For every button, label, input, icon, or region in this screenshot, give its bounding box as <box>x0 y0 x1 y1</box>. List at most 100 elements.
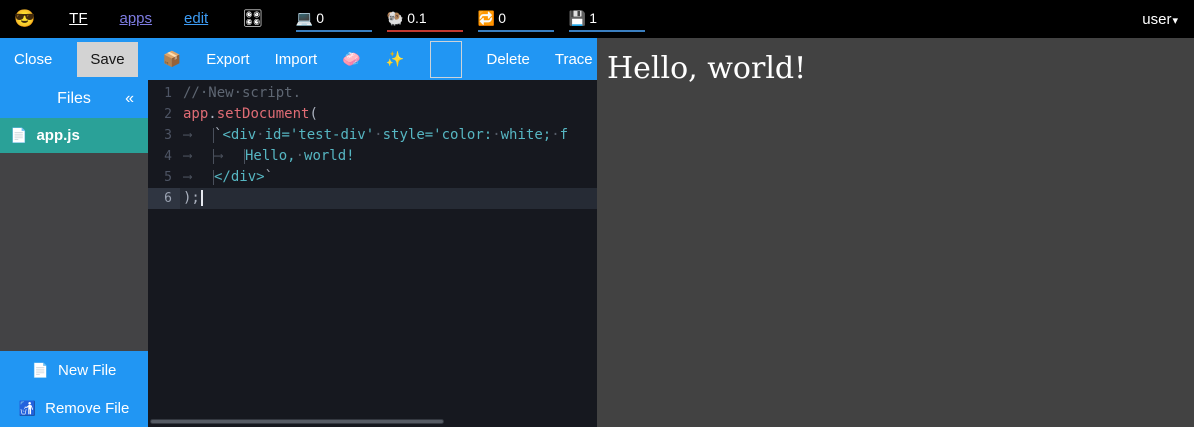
code-token: white; <box>501 127 552 143</box>
line-number: 4 <box>148 146 180 167</box>
code-token: ); <box>183 190 200 206</box>
line-number: 1 <box>148 83 180 104</box>
remove-file-button[interactable]: 🚮 Remove File <box>0 389 148 427</box>
line-number: 6 <box>148 188 180 209</box>
code-token: world! <box>304 148 355 164</box>
line-content: app.setDocument( <box>180 104 597 125</box>
storage-stat-value: 1 <box>589 10 597 26</box>
remove-file-button-icon: 🚮 <box>19 400 36 417</box>
code-token: style='color: <box>383 127 493 143</box>
code-lines: 1//·New·script.2app.setDocument(3⟶`<div·… <box>148 83 597 209</box>
code-token: id='test-div' <box>265 127 375 143</box>
line-content: //·New·script. <box>180 83 597 104</box>
storage-stat-icon: 💾 <box>569 10 586 27</box>
code-line-4[interactable]: 4⟶⟶Hello,·world! <box>148 146 597 167</box>
storage-stat[interactable]: 💾1 <box>569 6 645 32</box>
code-token: . <box>208 106 216 122</box>
package-icon-button[interactable]: 📦 <box>163 50 182 68</box>
code-token: · <box>551 127 559 143</box>
line-number: 5 <box>148 167 180 188</box>
files-header: Files « <box>0 80 148 118</box>
tab-marker: ⟶ <box>183 170 214 185</box>
caret-down-icon: ▾ <box>1172 15 1178 27</box>
code-token: ` <box>265 169 273 185</box>
tab-marker: ⟶ <box>183 149 214 164</box>
file-name: app.js <box>36 127 79 144</box>
line-content: ⟶`<div·id='test-div'·style='color:·white… <box>180 125 597 146</box>
code-token: · <box>296 148 304 164</box>
new-file-button-label: New File <box>58 362 116 379</box>
remove-file-button-label: Remove File <box>45 400 129 417</box>
user-menu-button[interactable]: user▾ <box>1142 11 1178 28</box>
user-label: user <box>1142 11 1171 28</box>
ide-pane: Close Save 📦 Export Import 🧼 ✨ Delete Trace File… <box>0 38 597 427</box>
code-token: · <box>492 127 500 143</box>
horizontal-scrollbar-thumb[interactable] <box>150 419 444 424</box>
line-content: ⟶⟶Hello,·world! <box>180 146 597 167</box>
code-line-6[interactable]: 6); <box>148 188 597 209</box>
code-token: · <box>374 127 382 143</box>
link-edit[interactable]: edit <box>184 10 208 27</box>
tab-marker: ⟶ <box>183 128 214 143</box>
file-list-empty-area <box>0 153 148 351</box>
empty-outline-button[interactable] <box>430 41 462 78</box>
line-number: 2 <box>148 104 180 125</box>
link-apps[interactable]: apps <box>120 10 153 27</box>
ram-stat[interactable]: 🐏0.1 <box>387 6 463 32</box>
code-token: ( <box>309 106 317 122</box>
line-number: 3 <box>148 125 180 146</box>
requests-stat-value: 0 <box>498 10 506 26</box>
sparkles-icon-button[interactable]: ✨ <box>386 50 405 68</box>
code-line-3[interactable]: 3⟶`<div·id='test-div'·style='color:·whit… <box>148 125 597 146</box>
code-line-1[interactable]: 1//·New·script. <box>148 83 597 104</box>
trace-button[interactable]: Trace <box>555 51 593 68</box>
code-token: </div> <box>214 169 265 185</box>
control-knobs-icon[interactable]: 🎛 <box>242 9 264 29</box>
cpu-stat[interactable]: 💻0 <box>296 6 372 32</box>
requests-stat-icon: 🔁 <box>478 10 495 27</box>
export-button[interactable]: Export <box>206 51 249 68</box>
hello-world-text: Hello, world! <box>607 51 1194 86</box>
app-window: 😎 TFappsedit 🎛 💻0🐏0.1🔁0💾1 user▾ CloseSav… <box>0 0 1194 427</box>
file-icon: 📄 <box>10 127 27 144</box>
sidebar-actions: 📄 New File 🚮 Remove File <box>0 351 148 427</box>
main-area: Close Save 📦 Export Import 🧼 ✨ Delete Trace File… <box>0 38 1194 427</box>
app-preview-panel: Hello, world! <box>597 38 1194 427</box>
save-button[interactable]: Save <box>77 42 137 77</box>
code-line-2[interactable]: 2app.setDocument( <box>148 104 597 125</box>
status-fields: 💻0🐏0.1🔁0💾1 <box>281 6 645 32</box>
code-line-5[interactable]: 5⟶</div>` <box>148 167 597 188</box>
requests-stat[interactable]: 🔁0 <box>478 6 554 32</box>
code-token: f <box>560 127 568 143</box>
editor-toolbar: Close Save 📦 Export Import 🧼 ✨ Delete Trace <box>0 38 597 80</box>
code-token: app <box>183 106 208 122</box>
code-editor[interactable]: 1//·New·script.2app.setDocument(3⟶`<div·… <box>148 80 597 427</box>
ram-stat-icon: 🐏 <box>387 10 404 27</box>
close-button[interactable]: Close <box>14 51 52 68</box>
files-sidebar: Files « 📄 app.js 📄 New File 🚮 Remove File <box>0 80 148 427</box>
workspace: Files « 📄 app.js 📄 New File 🚮 Remove File 1/… <box>0 80 597 427</box>
ram-stat-value: 0.1 <box>407 10 426 26</box>
line-content: ); <box>180 188 597 209</box>
cpu-stat-value: 0 <box>316 10 324 26</box>
files-title: Files <box>57 90 91 108</box>
code-token: //·New·script. <box>183 85 301 101</box>
sunglasses-emoji-logo[interactable]: 😎 <box>14 9 35 29</box>
collapse-sidebar-button[interactable]: « <box>125 90 134 108</box>
code-token: Hello, <box>245 148 296 164</box>
soap-icon-button[interactable]: 🧼 <box>342 50 361 68</box>
cpu-stat-icon: 💻 <box>296 10 313 27</box>
code-token: setDocument <box>217 106 310 122</box>
import-button[interactable]: Import <box>275 51 318 68</box>
delete-button[interactable]: Delete <box>487 51 530 68</box>
text-cursor <box>201 190 203 206</box>
code-token: · <box>256 127 264 143</box>
file-list: 📄 app.js <box>0 118 148 153</box>
file-item-app.js[interactable]: 📄 app.js <box>0 118 148 153</box>
new-file-button-icon: 📄 <box>32 362 49 379</box>
tab-marker: ⟶ <box>214 149 245 164</box>
new-file-button[interactable]: 📄 New File <box>0 351 148 389</box>
link-tf[interactable]: TF <box>69 10 87 27</box>
code-token: <div <box>222 127 256 143</box>
top-bar: 😎 TFappsedit 🎛 💻0🐏0.1🔁0💾1 user▾ <box>0 0 1194 38</box>
